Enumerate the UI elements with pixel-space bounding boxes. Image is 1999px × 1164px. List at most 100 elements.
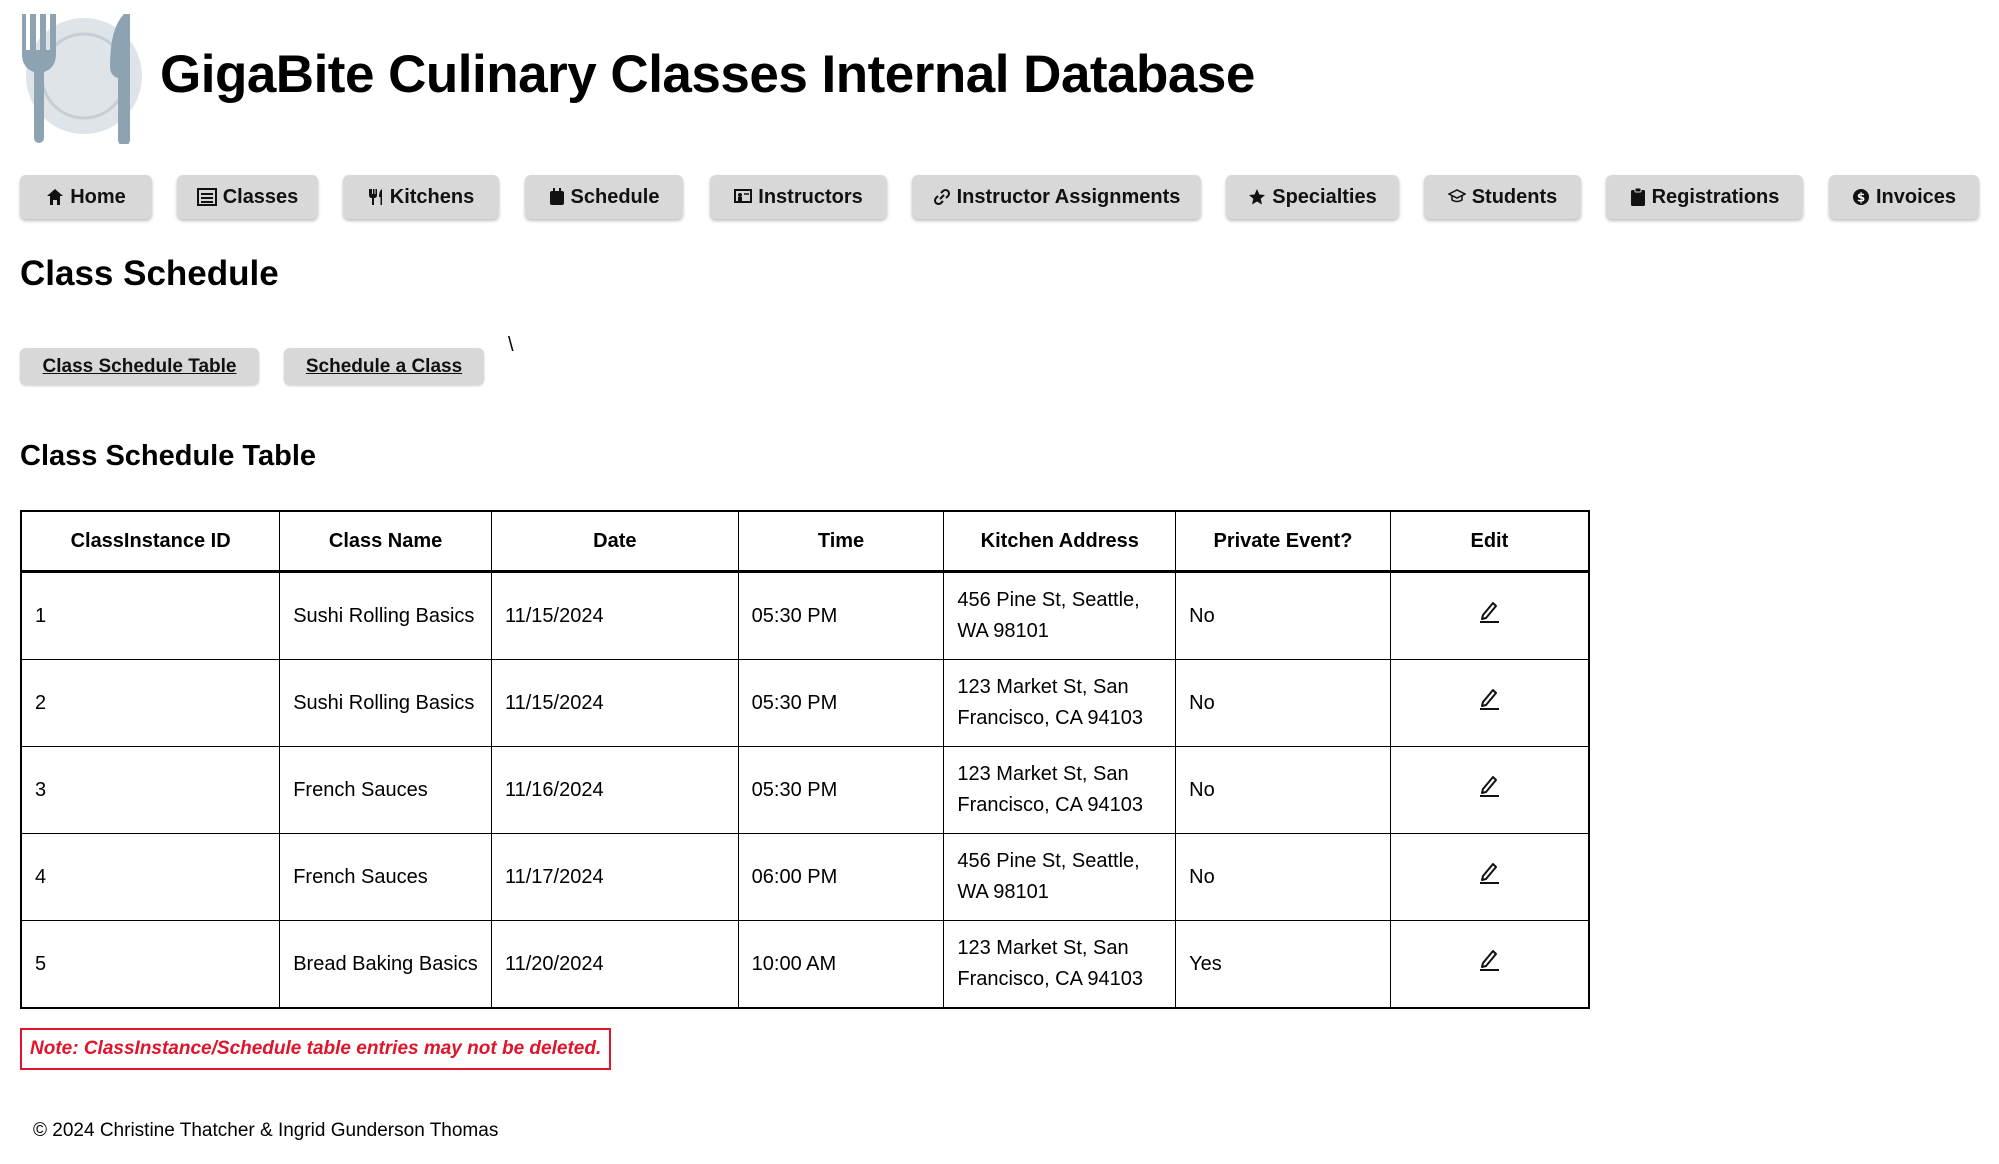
svg-text:$: $ — [1857, 191, 1865, 205]
cell-id: 2 — [20, 659, 281, 747]
address-line: Francisco, CA 94103 — [957, 968, 1144, 990]
column-header: ClassInstance ID — [20, 510, 281, 573]
cell-time: 05:30 PM — [737, 571, 945, 660]
cell-private-event: No — [1175, 571, 1391, 660]
link-icon — [933, 188, 951, 206]
cell-class-name: French Sauces — [279, 833, 492, 921]
nav-label: Instructors — [758, 185, 863, 208]
graduation-cap-icon — [1447, 189, 1466, 205]
cell-date: 11/15/2024 — [490, 571, 739, 660]
address-line: 123 Market St, San — [957, 937, 1129, 959]
cell-date: 11/17/2024 — [490, 833, 739, 921]
nav-registrations[interactable]: Registrations — [1606, 175, 1803, 219]
cell-id: 5 — [20, 920, 281, 1009]
cell-class-name: Sushi Rolling Basics — [279, 571, 492, 660]
cell-private-event: No — [1175, 746, 1391, 834]
nav-specialties[interactable]: Specialties — [1226, 175, 1399, 219]
nav-classes[interactable]: Classes — [177, 175, 318, 219]
nav-label: Instructor Assignments — [956, 185, 1181, 208]
header — [20, 12, 146, 146]
cell-kitchen-address: 456 Pine St, Seattle, WA 98101 — [943, 571, 1177, 660]
column-header: Kitchen Address — [943, 510, 1177, 573]
dollar-circle-icon: $ — [1852, 188, 1870, 206]
cell-time: 10:00 AM — [737, 920, 945, 1009]
class-schedule-table: ClassInstance ID Class Name Date Time Ki… — [20, 510, 1590, 1009]
nav-label: Registrations — [1651, 185, 1780, 208]
section-title: Class Schedule Table — [20, 440, 317, 472]
nav-students[interactable]: Students — [1424, 175, 1581, 219]
column-header: Date — [490, 510, 739, 573]
cell-class-name: Sushi Rolling Basics — [279, 659, 492, 747]
cell-kitchen-address: 123 Market St, San Francisco, CA 94103 — [943, 920, 1177, 1009]
cell-edit — [1389, 920, 1590, 1009]
cell-date: 11/15/2024 — [490, 659, 739, 747]
star-icon — [1248, 188, 1266, 206]
list-icon — [196, 188, 217, 206]
table-header-row: ClassInstance ID Class Name Date Time Ki… — [20, 510, 1590, 573]
nav-label: Specialties — [1272, 185, 1377, 208]
cell-time: 05:30 PM — [737, 659, 945, 747]
cell-id: 4 — [20, 833, 281, 921]
cell-edit — [1389, 746, 1590, 834]
nav-instructor-assignments[interactable]: Instructor Assignments — [912, 175, 1201, 219]
cell-date: 11/20/2024 — [490, 920, 739, 1009]
address-line: Francisco, CA 94103 — [957, 794, 1144, 816]
app-title: GigaBite Culinary Classes Internal Datab… — [160, 45, 1255, 104]
cell-edit — [1389, 659, 1590, 747]
table-row: 3 French Sauces 11/16/2024 05:30 PM 123 … — [20, 746, 1590, 834]
cell-private-event: No — [1175, 659, 1391, 747]
cell-date: 11/16/2024 — [490, 746, 739, 834]
page-title: Class Schedule — [20, 254, 279, 293]
cell-time: 05:30 PM — [737, 746, 945, 834]
address-line: 456 Pine St, Seattle, — [957, 589, 1140, 611]
cell-kitchen-address: 456 Pine St, Seattle, WA 98101 — [943, 833, 1177, 921]
table-row: 1 Sushi Rolling Basics 11/15/2024 05:30 … — [20, 571, 1590, 660]
nav-kitchens[interactable]: Kitchens — [343, 175, 499, 219]
cell-id: 3 — [20, 746, 281, 834]
cell-private-event: No — [1175, 833, 1391, 921]
tab-schedule-a-class[interactable]: Schedule a Class — [284, 348, 484, 385]
address-line: WA 98101 — [957, 881, 1049, 903]
cell-edit — [1389, 833, 1590, 921]
address-line: 123 Market St, San — [957, 763, 1129, 785]
cell-edit — [1389, 571, 1590, 660]
column-header: Private Event? — [1175, 510, 1391, 573]
address-line: 456 Pine St, Seattle, — [957, 850, 1140, 872]
address-line: Francisco, CA 94103 — [957, 707, 1144, 729]
table-row: 5 Bread Baking Basics 11/20/2024 10:00 A… — [20, 920, 1590, 1009]
cell-time: 06:00 PM — [737, 833, 945, 921]
home-icon — [46, 188, 64, 206]
nav-label: Home — [70, 185, 126, 208]
nav-schedule[interactable]: Schedule — [525, 175, 683, 219]
footer-copyright: © 2024 Christine Thatcher & Ingrid Gunde… — [33, 1120, 499, 1141]
cell-class-name: French Sauces — [279, 746, 492, 834]
edit-pencil-icon[interactable] — [1477, 776, 1501, 803]
nav-label: Classes — [222, 185, 299, 208]
tab-class-schedule-table[interactable]: Class Schedule Table — [20, 348, 259, 385]
nav-label: Schedule — [570, 185, 660, 208]
nav-invoices[interactable]: $ Invoices — [1829, 175, 1979, 219]
nav-instructors[interactable]: Instructors — [710, 175, 887, 219]
column-header: Edit — [1389, 510, 1590, 573]
cell-kitchen-address: 123 Market St, San Francisco, CA 94103 — [943, 746, 1177, 834]
nav-label: Invoices — [1875, 185, 1957, 208]
nav-label: Kitchens — [389, 185, 475, 208]
no-delete-note: Note: ClassInstance/Schedule table entri… — [20, 1028, 612, 1070]
stray-text: \ — [508, 334, 514, 356]
table-row: 2 Sushi Rolling Basics 11/15/2024 05:30 … — [20, 659, 1590, 747]
edit-pencil-icon[interactable] — [1477, 689, 1501, 716]
edit-pencil-icon[interactable] — [1477, 950, 1501, 977]
chalkboard-icon — [734, 189, 753, 205]
utensils-icon — [368, 188, 384, 206]
address-line: 123 Market St, San — [957, 676, 1129, 698]
nav-home[interactable]: Home — [20, 175, 152, 219]
cell-class-name: Bread Baking Basics — [279, 920, 492, 1009]
edit-pencil-icon[interactable] — [1477, 863, 1501, 890]
clipboard-icon — [1630, 187, 1646, 207]
nav-label: Students — [1471, 185, 1558, 208]
cell-kitchen-address: 123 Market St, San Francisco, CA 94103 — [943, 659, 1177, 747]
cell-id: 1 — [20, 571, 281, 660]
plate-fork-knife-icon — [20, 12, 146, 146]
edit-pencil-icon[interactable] — [1477, 602, 1501, 629]
column-header: Class Name — [279, 510, 492, 573]
